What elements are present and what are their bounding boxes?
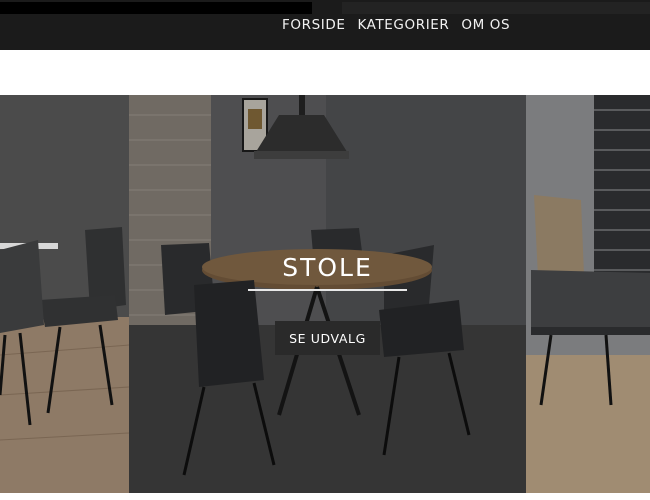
slide-active[interactable]: STOLE SE UDVALG [129,95,526,493]
nav-item-om-os[interactable]: OM OS [461,17,510,33]
title-underline [248,289,407,291]
slide-next[interactable] [526,95,650,493]
top-strip [0,2,312,14]
slide-title: STOLE [282,253,373,282]
site-header: FORSIDE KATEGORIER OM OS [0,0,650,50]
page-bottom [0,493,650,500]
slide-prev[interactable] [0,95,129,493]
slide-next-image [526,95,650,493]
slide-overlay [129,95,526,493]
main-nav: FORSIDE KATEGORIER OM OS [282,17,510,33]
top-strip-right [342,2,650,14]
see-selection-button[interactable]: SE UDVALG [275,321,380,355]
header-spacer [0,50,650,95]
hero-slider: STOLE SE UDVALG [0,95,650,493]
slide-prev-image [0,95,129,493]
nav-item-forside[interactable]: FORSIDE [282,17,345,33]
nav-item-kategorier[interactable]: KATEGORIER [357,17,449,33]
